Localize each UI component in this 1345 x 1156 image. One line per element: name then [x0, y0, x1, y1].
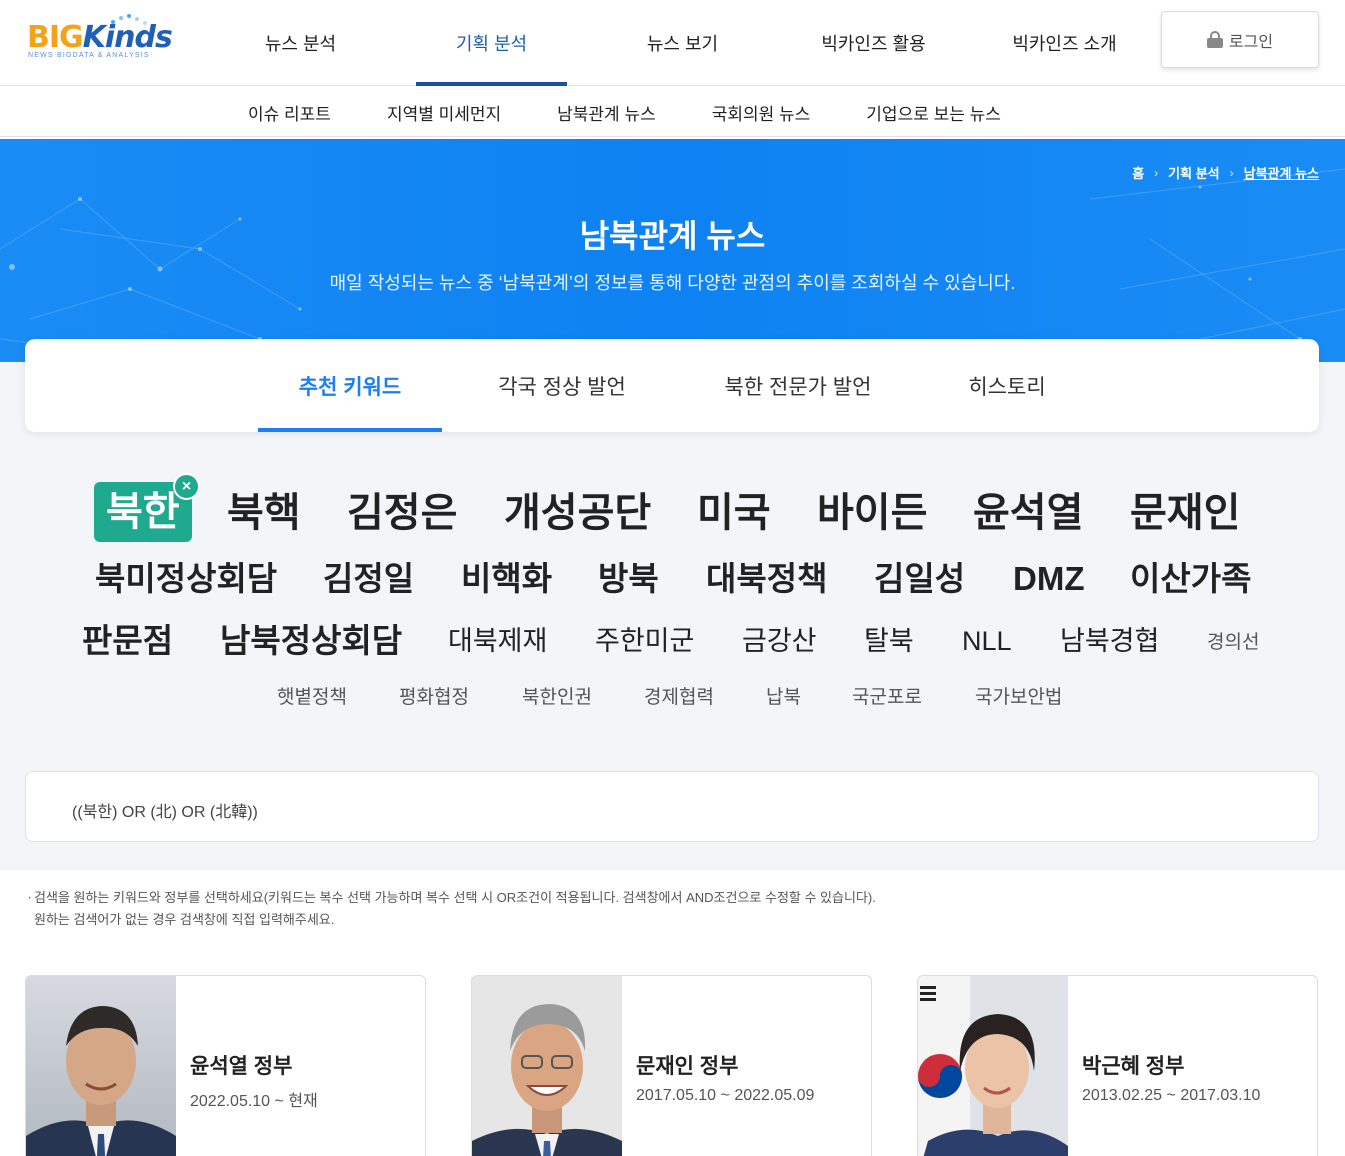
keyword-item[interactable]: NLL	[962, 628, 1012, 655]
government-period: 2013.02.25 ~ 2017.03.10	[1082, 1087, 1261, 1104]
keyword-item[interactable]: 남북정상회담	[220, 624, 402, 657]
subnav-fine-dust[interactable]: 지역별 미세먼지	[359, 87, 529, 137]
page-title: 남북관계 뉴스	[579, 218, 766, 254]
subnav-company-news[interactable]: 기업으로 보는 뉴스	[838, 87, 1029, 137]
keyword-item[interactable]: DMZ	[1013, 562, 1084, 595]
keyword-item[interactable]: 금강산	[742, 628, 817, 655]
tab-leader-statements[interactable]: 각국 정상 발언	[470, 339, 654, 432]
notice-line-1: 검색을 원하는 키워드와 정부를 선택하세요(키워드는 복수 선택 가능하며 복…	[34, 890, 876, 905]
breadcrumb-level1[interactable]: 기획 분석	[1168, 163, 1219, 182]
government-name: 윤석열 정부	[190, 1055, 293, 1078]
tab-history[interactable]: 히스토리	[940, 339, 1074, 432]
lock-icon	[1206, 31, 1223, 48]
government-card-moon[interactable]: 문재인 정부 2017.05.10 ~ 2022.05.09	[471, 975, 872, 1156]
keyword-item[interactable]: 납북	[766, 688, 801, 707]
subnav-inter-korean-news[interactable]: 남북관계 뉴스	[529, 87, 684, 137]
login-label: 로그인	[1228, 33, 1274, 51]
keyword-item[interactable]: 이산가족	[1130, 562, 1251, 595]
government-card-park[interactable]: 박근혜 정부 2013.02.25 ~ 2017.03.10	[917, 975, 1318, 1156]
keyword-item[interactable]: 경제협력	[644, 688, 714, 707]
keyword-item[interactable]: 김일성	[874, 562, 965, 595]
keyword-item[interactable]: 국군포로	[852, 688, 922, 707]
notice-line-2: 원하는 검색어가 없는 경우 검색창에 직접 입력해주세요.	[34, 912, 335, 927]
search-query-box[interactable]: ((북한) OR (北) OR (北韓))	[25, 771, 1319, 842]
subnav-assembly-news[interactable]: 국회의원 뉴스	[684, 87, 839, 137]
nav-planned-analysis[interactable]: 기획 분석	[396, 0, 587, 86]
keyword-item[interactable]: 김정일	[323, 562, 414, 595]
breadcrumb-separator-icon: ›	[1229, 165, 1234, 180]
keyword-item[interactable]: 대북정책	[706, 562, 827, 595]
search-notice: ㆍ 검색을 원하는 키워드와 정부를 선택하세요(키워드는 복수 선택 가능하며…	[24, 887, 876, 931]
keyword-item[interactable]: 대북제재	[448, 628, 547, 655]
keyword-item[interactable]: 북한인권	[522, 688, 592, 707]
government-period: 2022.05.10 ~ 현재	[190, 1093, 318, 1110]
government-card-yoon[interactable]: 윤석열 정부 2022.05.10 ~ 현재	[25, 975, 426, 1156]
keyword-item[interactable]: 비핵화	[461, 562, 552, 595]
keyword-item[interactable]: 탈북	[864, 628, 914, 655]
logo-text: BIGKinds	[27, 20, 173, 55]
keyword-item[interactable]: 북미정상회담	[95, 562, 277, 595]
nav-bigkinds-about[interactable]: 빅카인즈 소개	[969, 0, 1160, 86]
keyword-item[interactable]: 북핵	[227, 493, 301, 533]
logo-tagline: NEWS BIGDATA & ANALYSIS	[28, 52, 150, 59]
nav-bigkinds-usage[interactable]: 빅카인즈 활용	[778, 0, 969, 86]
close-icon[interactable]: ×	[173, 473, 200, 500]
keyword-item[interactable]: 평화협정	[399, 688, 469, 707]
page-description: 매일 작성되는 뉴스 중 ‘남북관계’의 정보를 통해 다양한 관점의 추이를 …	[329, 273, 1016, 293]
keyword-item[interactable]: 경의선	[1207, 633, 1259, 652]
keyword-item[interactable]: 문재인	[1130, 493, 1240, 533]
keyword-item[interactable]: 남북경협	[1060, 628, 1159, 655]
breadcrumb: 홈 › 기획 분석 › 남북관계 뉴스	[1132, 163, 1319, 182]
sub-nav: 이슈 리포트 지역별 미세먼지 남북관계 뉴스 국회의원 뉴스 기업으로 보는 …	[0, 87, 1345, 137]
login-button[interactable]: 로그인	[1161, 11, 1319, 68]
search-query-text[interactable]: ((북한) OR (北) OR (北韓))	[72, 798, 258, 822]
tab-nk-expert-statements[interactable]: 북한 전문가 발언	[693, 339, 903, 432]
keyword-item[interactable]: 개성공단	[504, 493, 651, 533]
keyword-item[interactable]: 방북	[598, 562, 659, 595]
breadcrumb-current[interactable]: 남북관계 뉴스	[1244, 163, 1319, 182]
keyword-item[interactable]: 주한미군	[595, 628, 694, 655]
government-name: 문재인 정부	[636, 1055, 739, 1078]
keyword-item[interactable]: 햇볕정책	[277, 688, 347, 707]
president-photo	[26, 976, 176, 1156]
breadcrumb-home[interactable]: 홈	[1132, 163, 1144, 182]
government-period: 2017.05.10 ~ 2022.05.09	[636, 1087, 815, 1104]
tab-bar: 추천 키워드 각국 정상 발언 북한 전문가 발언 히스토리	[25, 339, 1319, 432]
page-banner: 홈 › 기획 분석 › 남북관계 뉴스 남북관계 뉴스 매일 작성되는 뉴스 중…	[0, 139, 1345, 362]
main-nav: 뉴스 분석 기획 분석 뉴스 보기 빅카인즈 활용 빅카인즈 소개	[205, 0, 1160, 86]
president-photo	[472, 976, 622, 1156]
government-name: 박근혜 정부	[1082, 1055, 1185, 1078]
tab-recommended-keywords[interactable]: 추천 키워드	[258, 339, 442, 432]
nav-news-view[interactable]: 뉴스 보기	[587, 0, 778, 86]
bigkinds-logo[interactable]: BIGKinds NEWS BIGDATA & ANALYSIS	[27, 14, 177, 64]
keyword-item[interactable]: 김정은	[347, 493, 457, 533]
keyword-item[interactable]: 미국	[697, 493, 771, 533]
president-photo	[918, 976, 1068, 1156]
subnav-issue-report[interactable]: 이슈 리포트	[220, 87, 359, 137]
keyword-item[interactable]: 바이든	[817, 493, 927, 533]
keyword-item[interactable]: 판문점	[82, 624, 173, 657]
keyword-item[interactable]: 윤석열	[973, 493, 1083, 533]
keyword-item[interactable]: 국가보안법	[975, 688, 1062, 707]
notice-bullet: ㆍ	[24, 891, 36, 905]
header: BIGKinds NEWS BIGDATA & ANALYSIS 뉴스 분석 기…	[0, 0, 1345, 86]
nav-news-analysis[interactable]: 뉴스 분석	[205, 0, 396, 86]
breadcrumb-separator-icon: ›	[1154, 165, 1159, 180]
